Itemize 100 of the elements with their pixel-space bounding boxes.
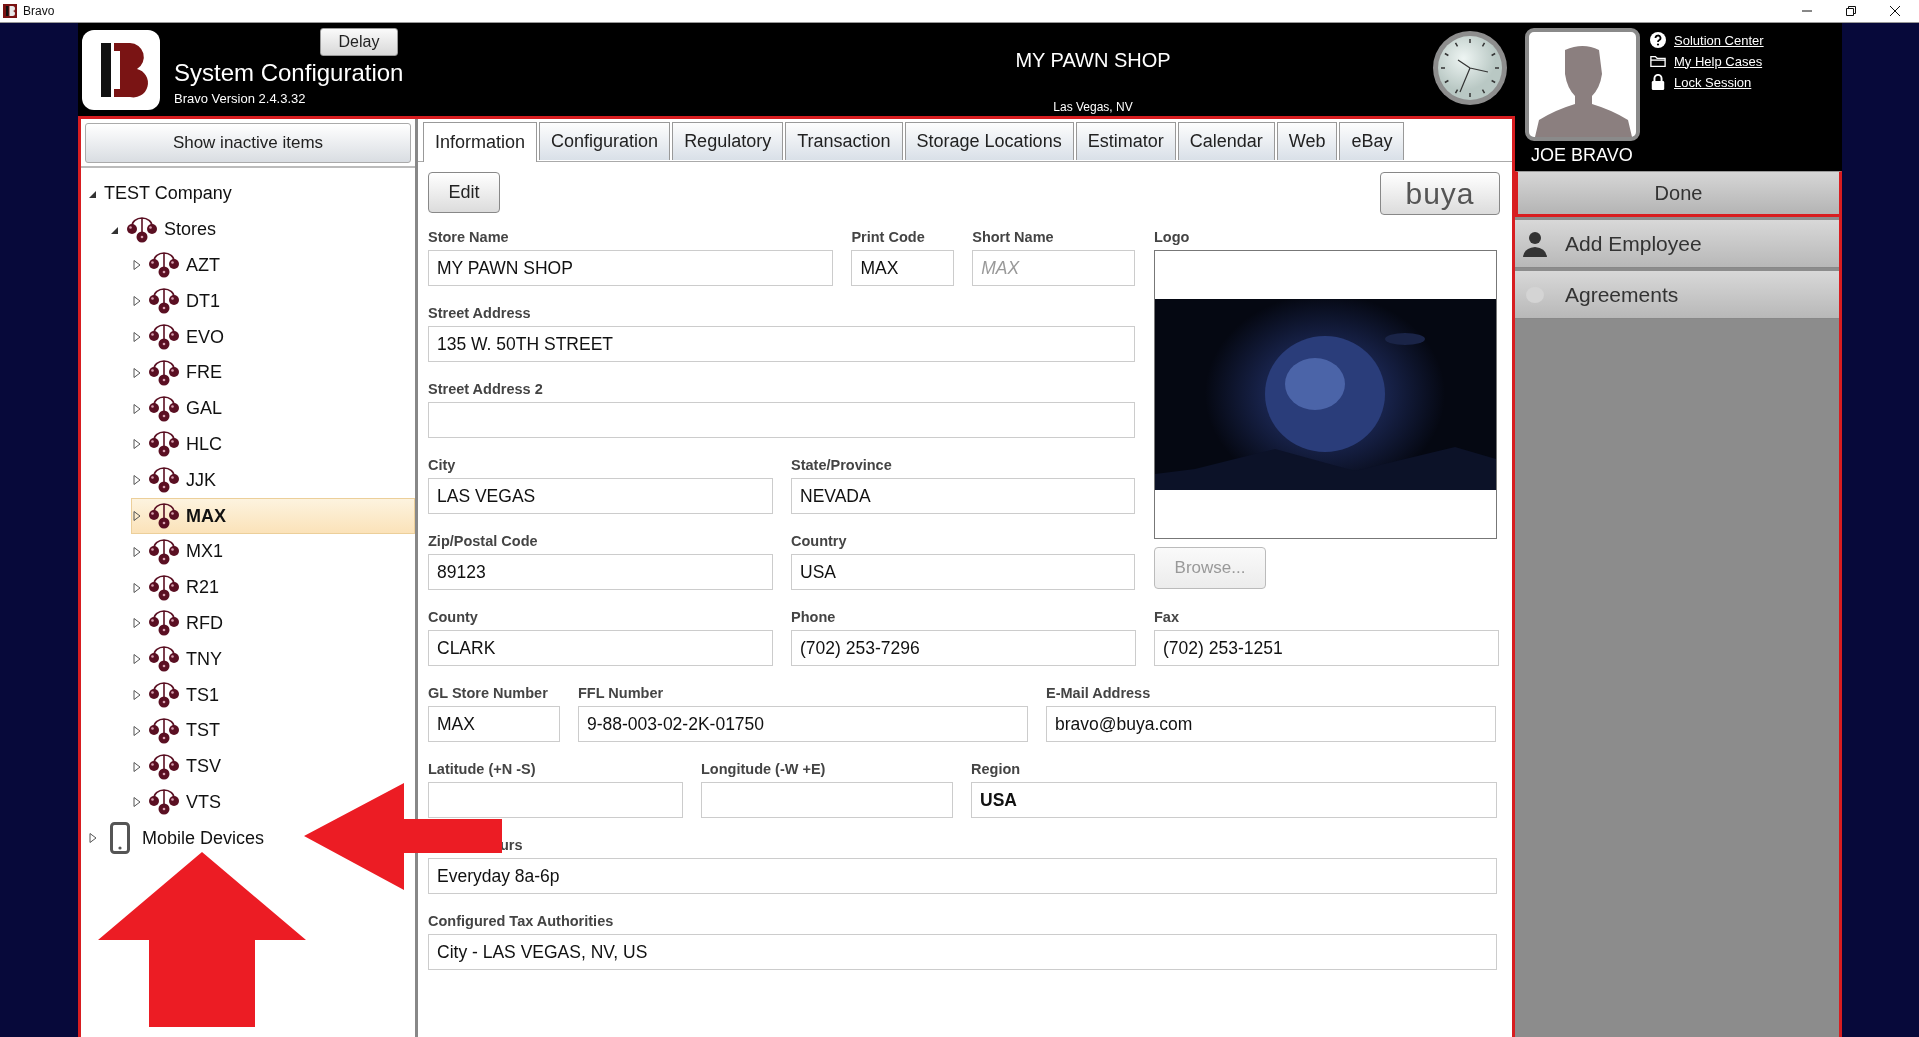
tree-item[interactable]: R21 bbox=[131, 569, 225, 606]
tree-item[interactable]: AZT bbox=[131, 247, 225, 284]
tab[interactable]: Regulatory bbox=[672, 122, 784, 160]
tab[interactable]: Configuration bbox=[539, 122, 671, 160]
collapsed-toggle-icon[interactable] bbox=[132, 402, 142, 415]
input-field[interactable] bbox=[428, 782, 683, 818]
field-label: Latitude (+N -S) bbox=[428, 761, 537, 779]
field-label: E-Mail Address bbox=[1046, 685, 1152, 703]
tab[interactable]: Estimator bbox=[1075, 122, 1176, 160]
input-field[interactable]: NEVADA bbox=[791, 478, 1135, 514]
input-field[interactable]: MAX bbox=[428, 706, 560, 742]
tree-item[interactable]: VTS bbox=[131, 784, 226, 821]
field-label: Zip/Postal Code bbox=[428, 533, 539, 551]
pawn-balls-icon bbox=[148, 502, 180, 531]
input-field[interactable]: City - LAS VEGAS, NV, US bbox=[428, 934, 1497, 970]
collapsed-toggle-icon[interactable] bbox=[132, 366, 142, 379]
tree-item[interactable]: DT1 bbox=[131, 283, 225, 320]
tree-item[interactable]: TEST Company bbox=[87, 176, 237, 212]
collapsed-toggle-icon[interactable] bbox=[132, 689, 142, 702]
input-field[interactable]: MAX bbox=[851, 250, 955, 286]
tree-item[interactable]: Stores bbox=[109, 211, 222, 248]
input-field[interactable]: USA bbox=[791, 554, 1135, 590]
input-field[interactable]: CLARK bbox=[428, 630, 773, 666]
pawn-balls-icon bbox=[126, 215, 158, 244]
field-label: Street Address 2 bbox=[428, 381, 544, 399]
input-field[interactable] bbox=[428, 402, 1135, 438]
collapsed-toggle-icon[interactable] bbox=[132, 510, 142, 523]
tree-item[interactable]: FRE bbox=[131, 355, 227, 391]
help-link[interactable]: My Help Cases bbox=[1674, 53, 1763, 69]
field-label: Street Address bbox=[428, 305, 532, 323]
brand-button[interactable]: buya bbox=[1380, 172, 1500, 215]
tab[interactable]: Storage Locations bbox=[904, 122, 1074, 160]
input-field[interactable]: 89123 bbox=[428, 554, 773, 590]
version-text: Bravo Version 2.4.3.32 bbox=[174, 91, 307, 106]
field-label: Print Code bbox=[851, 229, 926, 247]
lock-icon bbox=[1650, 74, 1666, 90]
collapsed-toggle-icon[interactable] bbox=[132, 724, 142, 737]
tree-item[interactable]: HLC bbox=[131, 426, 227, 463]
field-label: FFL Number bbox=[578, 685, 665, 703]
edit-button[interactable]: Edit bbox=[428, 172, 500, 213]
field-label: State/Province bbox=[791, 457, 893, 475]
tree-item[interactable]: MAX bbox=[131, 498, 415, 534]
input-field[interactable]: bravo@buya.com bbox=[1046, 706, 1496, 742]
input-field[interactable]: MAX bbox=[972, 250, 1135, 286]
tree-item[interactable]: EVO bbox=[131, 319, 229, 355]
collapsed-toggle-icon[interactable] bbox=[132, 295, 142, 308]
input-field[interactable]: 135 W. 50TH STREET bbox=[428, 326, 1135, 362]
input-field[interactable]: (702) 253-1251 bbox=[1154, 630, 1499, 666]
action-button[interactable]: Agreements bbox=[1515, 271, 1839, 319]
input-field[interactable]: 9-88-003-02-2K-01750 bbox=[578, 706, 1028, 742]
app-title: System Configuration bbox=[174, 59, 404, 87]
collapsed-toggle-icon[interactable] bbox=[132, 438, 142, 451]
field-label: GL Store Number bbox=[428, 685, 549, 703]
collapsed-toggle-icon[interactable] bbox=[132, 259, 142, 272]
tree-item[interactable]: Mobile Devices bbox=[87, 820, 270, 857]
window-title: Bravo bbox=[23, 4, 55, 18]
delay-button[interactable]: Delay bbox=[320, 28, 398, 56]
pawn-balls-icon bbox=[148, 466, 180, 495]
pawn-balls-icon bbox=[148, 287, 180, 316]
pawn-balls-icon bbox=[148, 788, 180, 817]
help-link[interactable]: Lock Session bbox=[1674, 74, 1752, 90]
input-field[interactable]: USA bbox=[971, 782, 1497, 818]
action-button[interactable]: Add Employee bbox=[1515, 220, 1839, 268]
restore-icon[interactable] bbox=[1845, 5, 1857, 17]
tab[interactable]: Transaction bbox=[785, 122, 903, 160]
done-button[interactable]: Done bbox=[1515, 171, 1842, 217]
tree-item[interactable]: TS1 bbox=[131, 677, 224, 713]
pawn-balls-icon bbox=[148, 681, 180, 710]
collapsed-toggle-icon[interactable] bbox=[132, 474, 142, 487]
tab[interactable]: Calendar bbox=[1177, 122, 1275, 160]
user-name: JOE BRAVO bbox=[1531, 145, 1634, 166]
input-field[interactable]: MY PAWN SHOP bbox=[428, 250, 834, 286]
input-field[interactable] bbox=[701, 782, 953, 818]
collapsed-toggle-icon[interactable] bbox=[88, 832, 98, 845]
tree-item[interactable]: TST bbox=[131, 712, 225, 749]
tree-item[interactable]: TNY bbox=[131, 641, 227, 678]
field-label: Region bbox=[971, 761, 1022, 779]
tree-item[interactable]: RFD bbox=[131, 605, 228, 642]
input-field[interactable]: (702) 253-7296 bbox=[791, 630, 1136, 666]
help-link[interactable]: Solution Center bbox=[1674, 32, 1764, 48]
tab[interactable]: Information bbox=[423, 122, 538, 162]
tree-item[interactable]: MX1 bbox=[131, 533, 228, 570]
store-location: Las Vegas, NV bbox=[1053, 100, 1133, 114]
tab[interactable]: eBay bbox=[1339, 122, 1405, 160]
collapsed-toggle-icon[interactable] bbox=[132, 617, 142, 630]
collapsed-toggle-icon[interactable] bbox=[132, 545, 142, 558]
pawn-balls-icon bbox=[148, 394, 180, 423]
collapsed-toggle-icon[interactable] bbox=[132, 760, 142, 773]
tree-item[interactable]: GAL bbox=[131, 390, 228, 427]
tree-item[interactable]: TSV bbox=[131, 748, 226, 785]
input-field[interactable]: Everyday 8a-6p bbox=[428, 858, 1497, 894]
collapsed-toggle-icon[interactable] bbox=[132, 581, 142, 594]
collapsed-toggle-icon[interactable] bbox=[132, 653, 142, 666]
folder-icon bbox=[1650, 53, 1666, 69]
input-field[interactable]: LAS VEGAS bbox=[428, 478, 773, 514]
tab[interactable]: Web bbox=[1276, 122, 1338, 160]
tree-item[interactable]: JJK bbox=[131, 462, 221, 499]
close-icon[interactable] bbox=[1889, 5, 1901, 17]
collapsed-toggle-icon[interactable] bbox=[132, 331, 142, 344]
collapsed-toggle-icon[interactable] bbox=[132, 796, 142, 809]
